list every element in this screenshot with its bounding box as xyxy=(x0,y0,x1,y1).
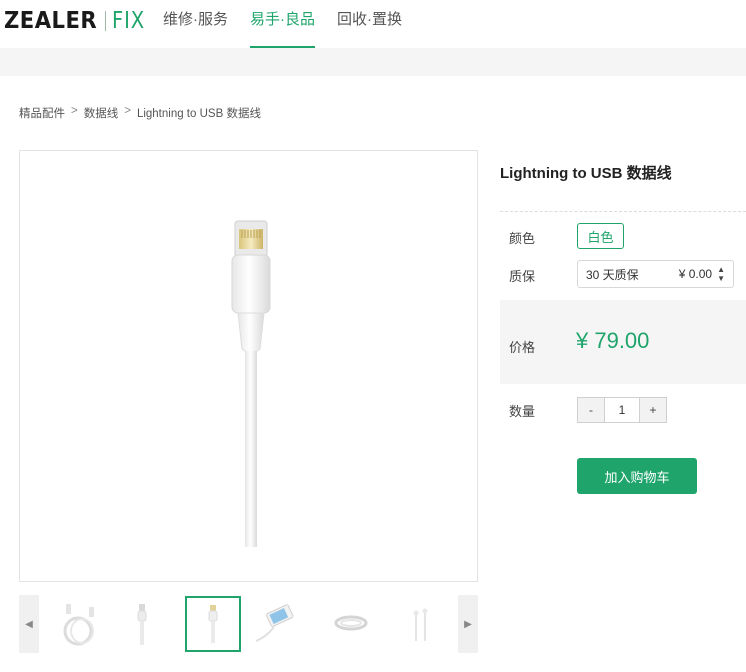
nav-item-secondhand[interactable]: 易手·良品 xyxy=(250,0,315,48)
warranty-label: 质保 xyxy=(509,269,536,284)
thumbnail-strip: ◀ ▶ xyxy=(19,595,478,653)
thumb-prev-button[interactable]: ◀ xyxy=(19,595,39,653)
header-divider-band xyxy=(0,48,746,76)
thumbnail-item[interactable] xyxy=(114,596,170,652)
thumbnail-item[interactable] xyxy=(250,596,306,652)
price-label: 价格 xyxy=(509,340,536,355)
cable-plug-icon xyxy=(137,604,147,645)
quantity-decrease-button[interactable]: - xyxy=(578,398,604,422)
color-option-white[interactable]: 白色 xyxy=(577,223,624,249)
price-box: 价格 ¥ 79.00 xyxy=(500,300,746,384)
iphone-with-cable-icon xyxy=(255,604,294,642)
thumbnail-item-active[interactable] xyxy=(185,596,241,652)
thumb-next-button[interactable]: ▶ xyxy=(458,595,478,653)
breadcrumb-current: Lightning to USB 数据线 xyxy=(136,108,261,120)
product-main-image xyxy=(19,150,478,582)
quantity-input[interactable] xyxy=(604,398,640,422)
nav-item-recycle-trade[interactable]: 回收·置换 xyxy=(337,0,402,48)
product-title: Lightning to USB 数据线 xyxy=(500,165,672,182)
add-to-cart-button[interactable]: 加入购物车 xyxy=(577,458,697,494)
thumbnail-item[interactable] xyxy=(52,596,108,652)
breadcrumb-link-cables[interactable]: 数据线 xyxy=(84,105,119,121)
color-label: 颜色 xyxy=(509,231,536,246)
quantity-label: 数量 xyxy=(509,404,536,419)
cable-bundle-icon xyxy=(334,615,368,631)
lightning-cable-image xyxy=(231,220,271,547)
breadcrumb-separator: > xyxy=(71,105,78,117)
breadcrumb: 精品配件 > 数据线 > Lightning to USB 数据线 xyxy=(19,105,267,121)
logo-main-text: ZEALER xyxy=(4,8,98,34)
thumbnail-item[interactable] xyxy=(323,596,379,652)
warranty-select[interactable]: 30 天质保 ¥ 0.00 ▲ ▼ xyxy=(577,260,734,288)
logo-divider xyxy=(105,11,107,31)
logo-sub-text: FIX xyxy=(112,8,146,34)
thumbnail-item[interactable] xyxy=(393,596,449,652)
top-bar: ZEALER FIX 维修·服务 易手·良品 回收·置换 xyxy=(0,0,746,48)
breadcrumb-link-accessories[interactable]: 精品配件 xyxy=(19,105,65,121)
price-value: ¥ 79.00 xyxy=(576,328,650,353)
dashed-divider xyxy=(500,211,746,212)
warranty-option-text: 30 天质保 xyxy=(586,267,639,282)
main-nav: 维修·服务 易手·良品 回收·置换 xyxy=(163,0,424,48)
warranty-price-text: ¥ 0.00 xyxy=(678,267,713,281)
quantity-increase-button[interactable]: + xyxy=(640,398,666,422)
lightning-cable-icon xyxy=(208,605,218,643)
cable-coil-icon xyxy=(63,604,94,646)
select-caret-icon: ▲ ▼ xyxy=(717,265,725,283)
nav-item-repair-service[interactable]: 维修·服务 xyxy=(163,0,228,48)
quantity-stepper: - + xyxy=(577,397,667,423)
earbud-cable-icon xyxy=(413,608,428,641)
zealer-fix-logo[interactable]: ZEALER FIX xyxy=(4,6,151,36)
breadcrumb-separator: > xyxy=(124,105,131,117)
